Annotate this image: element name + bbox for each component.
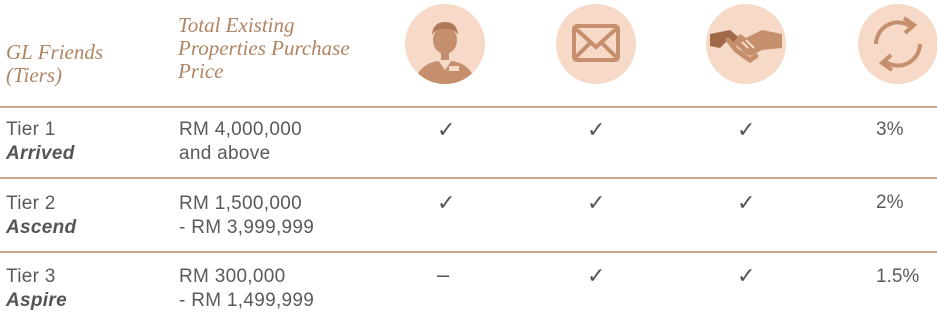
price-line1: RM 300,000 (179, 266, 286, 287)
price-cell: RM 1,500,000 - RM 3,999,999 (179, 192, 314, 240)
agent-check: ✓ (437, 117, 456, 142)
row-divider (0, 251, 937, 253)
price-cell: RM 300,000 - RM 1,499,999 (179, 265, 314, 313)
refresh-icon (858, 4, 937, 84)
rate-value: 3% (876, 119, 904, 140)
tier-cell: Tier 3 Aspire (6, 265, 67, 313)
mail-check: ✓ (587, 263, 606, 288)
rate-value: 2% (876, 192, 904, 213)
handshake-check: ✓ (737, 190, 756, 215)
mail-check: ✓ (587, 190, 606, 215)
tier-label: Tier 1 (6, 119, 56, 140)
agent-dash: – (437, 262, 450, 287)
handshake-check: ✓ (737, 263, 756, 288)
envelope-icon (556, 4, 636, 84)
rate-value: 1.5% (876, 266, 920, 287)
tier-cell: Tier 2 Ascend (6, 192, 76, 240)
tier-name: Aspire (6, 290, 67, 311)
tier-column-header: GL Friends (Tiers) (6, 40, 104, 87)
agent-check: ✓ (437, 190, 456, 215)
tier-cell: Tier 1 Arrived (6, 118, 75, 166)
price-column-header: Total Existing Properties Purchase Price (178, 13, 350, 83)
price-line1: RM 4,000,000 (179, 119, 302, 140)
price-cell: RM 4,000,000 and above (179, 118, 302, 166)
price-line2: - RM 3,999,999 (179, 217, 315, 238)
handshake-icon (706, 4, 786, 84)
handshake-check: ✓ (737, 117, 756, 142)
tier-label: Tier 2 (6, 193, 56, 214)
price-line2: - RM 1,499,999 (179, 290, 315, 311)
mail-check: ✓ (587, 117, 606, 142)
price-line1: RM 1,500,000 (179, 193, 302, 214)
price-line2: and above (179, 143, 271, 164)
header-divider (0, 106, 937, 108)
tier-name: Ascend (6, 217, 77, 238)
agent-icon (405, 4, 485, 84)
tier-name: Arrived (6, 143, 75, 164)
tier-label: Tier 3 (6, 266, 56, 287)
row-divider (0, 177, 937, 179)
